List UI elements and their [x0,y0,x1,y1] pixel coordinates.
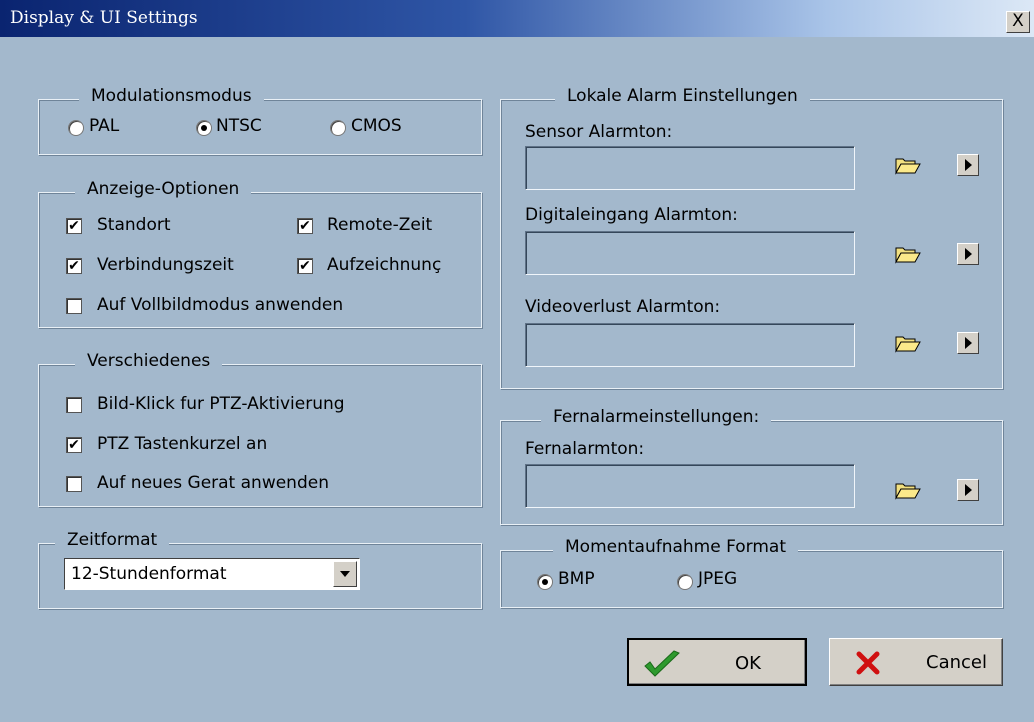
red-x-icon [856,651,880,675]
play-icon[interactable] [957,479,979,501]
video-alarm-label: Videoverlust Alarmton: [525,297,721,317]
checkbox-standort[interactable]: ✔ [66,218,82,234]
ok-button[interactable]: OK [627,638,807,686]
checkbox-remote-zeit[interactable]: ✔ [297,218,313,234]
checkbox-vollbildmodus[interactable] [66,298,82,314]
misc-legend: Verschiedenes [75,351,223,371]
radio-ntsc[interactable] [196,120,212,136]
play-icon[interactable] [957,332,979,354]
checkbox-bild-klick[interactable] [66,397,82,413]
checkbox-aufzeichnung-label: Aufzeichnunç [327,255,442,275]
remote-alarm-field[interactable] [525,464,855,508]
radio-cmos-label: CMOS [351,116,402,136]
checkbox-bild-klick-label: Bild-Klick fur PTZ-Aktivierung [97,394,345,414]
checkbox-neues-gerat-label: Auf neues Gerat anwenden [97,473,329,493]
sensor-alarm-label: Sensor Alarmton: [525,122,673,142]
cancel-button[interactable]: Cancel [829,638,1003,686]
modulation-legend: Modulationsmodus [79,86,264,106]
play-icon[interactable] [957,154,979,176]
checkbox-ptz-tastenkurzel[interactable]: ✔ [66,437,82,453]
folder-icon[interactable] [895,333,921,353]
checkbox-neues-gerat[interactable] [66,476,82,492]
time-format-legend: Zeitformat [55,530,170,550]
remote-alarm-label: Fernalarmton: [525,439,645,459]
time-format-select[interactable]: 12-Stundenformat [64,558,360,590]
radio-pal-label: PAL [89,116,120,136]
digital-alarm-field[interactable] [525,231,855,275]
checkmark-icon [644,650,680,677]
checkbox-verbindungszeit-label: Verbindungszeit [97,255,234,275]
title-bar: Display & UI Settings X [0,0,1034,37]
display-options-group: Anzeige-Optionen ✔ Standort ✔ Remote-Zei… [38,179,482,328]
snapshot-legend: Momentaufnahme Format [553,537,798,557]
video-alarm-field[interactable] [525,323,855,367]
sensor-alarm-field[interactable] [525,146,855,190]
radio-jpeg-label: JPEG [698,569,738,589]
radio-cmos[interactable] [330,120,346,136]
radio-bmp-label: BMP [558,569,595,589]
close-button[interactable]: X [1006,11,1030,33]
remote-alarm-legend: Fernalarmeinstellungen: [541,407,772,427]
radio-pal[interactable] [68,120,84,136]
folder-icon[interactable] [895,155,921,175]
modulation-group: Modulationsmodus PAL NTSC CMOS [38,86,482,155]
radio-jpeg[interactable] [677,574,693,590]
display-options-legend: Anzeige-Optionen [75,179,252,199]
checkbox-ptz-tastenkurzel-label: PTZ Tastenkurzel an [97,434,268,454]
radio-ntsc-label: NTSC [216,116,262,136]
time-format-value: 12-Stundenformat [71,564,227,584]
checkbox-aufzeichnung[interactable]: ✔ [297,258,313,274]
folder-icon[interactable] [895,244,921,264]
digital-alarm-label: Digitaleingang Alarmton: [525,205,738,225]
play-icon[interactable] [957,243,979,265]
folder-icon[interactable] [895,480,921,500]
cancel-label: Cancel [926,652,987,673]
window-title: Display & UI Settings [10,8,198,28]
ok-label: OK [735,653,761,674]
checkbox-verbindungszeit[interactable]: ✔ [66,258,82,274]
dropdown-arrow-icon[interactable] [333,561,357,587]
radio-bmp[interactable] [537,574,553,590]
settings-dialog: Display & UI Settings X Modulationsmodus… [0,0,1034,722]
checkbox-vollbildmodus-label: Auf Vollbildmodus anwenden [97,295,344,315]
close-icon: X [1012,11,1024,31]
checkbox-remote-zeit-label: Remote-Zeit [327,215,433,235]
checkbox-standort-label: Standort [97,215,171,235]
misc-group: Verschiedenes Bild-Klick fur PTZ-Aktivie… [38,351,482,507]
local-alarm-legend: Lokale Alarm Einstellungen [555,86,810,106]
